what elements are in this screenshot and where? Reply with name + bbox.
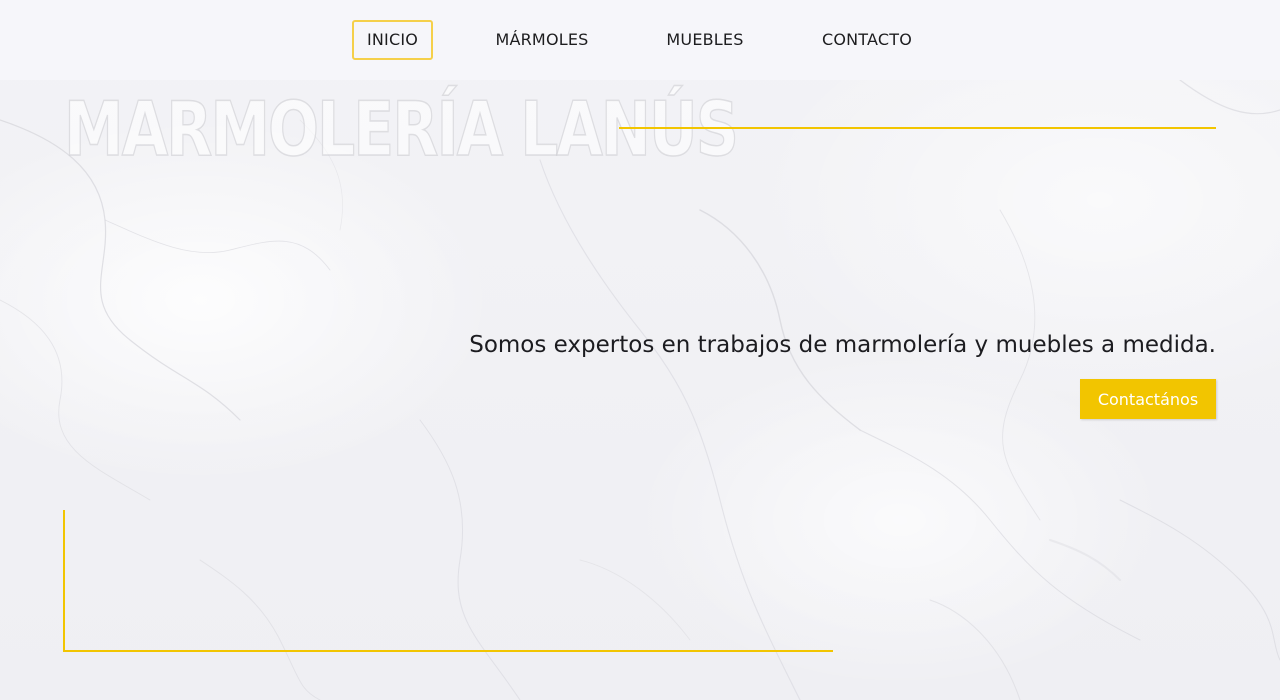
- title-accent-line: [619, 127, 1216, 129]
- contact-button[interactable]: Contactános: [1080, 379, 1216, 419]
- hero-tagline: Somos expertos en trabajos de marmolería…: [469, 332, 1216, 358]
- decorative-corner-vertical: [63, 510, 65, 652]
- hero-title: MARMOLERÍA LANÚS: [63, 85, 739, 174]
- nav-item-inicio[interactable]: INICIO: [352, 20, 433, 60]
- nav-item-contacto[interactable]: CONTACTO: [807, 20, 927, 60]
- nav-item-marmoles[interactable]: MÁRMOLES: [484, 20, 600, 60]
- decorative-corner-horizontal: [63, 650, 833, 652]
- top-nav: INICIO MÁRMOLES MUEBLES CONTACTO: [0, 0, 1280, 80]
- nav-item-muebles[interactable]: MUEBLES: [655, 20, 755, 60]
